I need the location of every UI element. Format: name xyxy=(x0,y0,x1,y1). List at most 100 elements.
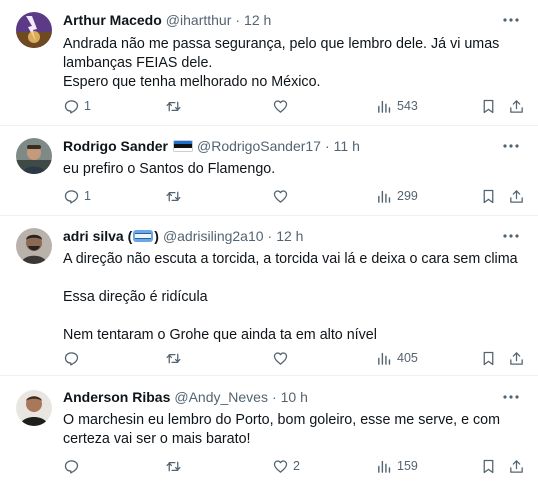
text-line: Essa direção é ridícula xyxy=(63,289,208,305)
separator-dot: · xyxy=(235,12,241,28)
action-bar: 2 159 xyxy=(0,456,538,476)
like-icon xyxy=(273,351,288,365)
bookmark-icon xyxy=(483,99,494,113)
bookmark-button[interactable] xyxy=(480,186,497,206)
avatar[interactable] xyxy=(16,228,52,264)
separator-dot: · xyxy=(324,138,330,154)
like-count: 2 xyxy=(293,459,300,473)
reply-icon xyxy=(64,351,79,366)
timestamp[interactable]: 11 h xyxy=(334,138,360,154)
bookmark-button[interactable] xyxy=(480,348,497,368)
view-count: 159 xyxy=(397,459,418,473)
like-button[interactable] xyxy=(272,96,293,116)
display-name-prefix[interactable]: adri silva ( xyxy=(63,228,132,244)
handle[interactable]: @adrisiling2a10 xyxy=(163,228,264,244)
views-button[interactable]: 405 xyxy=(376,348,418,368)
display-name-suffix[interactable]: ) xyxy=(154,228,159,244)
retweet-icon xyxy=(166,191,181,201)
retweet-button[interactable] xyxy=(165,456,186,476)
share-button[interactable] xyxy=(508,186,525,206)
text-line: O marchesin eu lembro do Porto, bom gole… xyxy=(63,412,501,428)
action-bar: 1 299 xyxy=(0,186,538,206)
more-icon[interactable] xyxy=(502,11,520,29)
views-button[interactable]: 543 xyxy=(376,96,418,116)
tweet-text: O marchesin eu lembro do Porto, bom gole… xyxy=(63,411,522,449)
bookmark-icon xyxy=(483,351,494,365)
share-icon xyxy=(510,189,523,203)
timestamp[interactable]: 10 h xyxy=(281,389,308,405)
avatar[interactable] xyxy=(16,390,52,426)
reply-icon xyxy=(64,459,79,474)
share-button[interactable] xyxy=(508,96,525,116)
handle[interactable]: @RodrigoSander17 xyxy=(197,138,321,154)
views-icon xyxy=(378,460,391,473)
display-name[interactable]: Arthur Macedo xyxy=(63,12,162,28)
like-icon xyxy=(273,99,288,113)
reply-button[interactable] xyxy=(63,456,84,476)
share-button[interactable] xyxy=(508,348,525,368)
text-line: lambanças FEIAS dele. xyxy=(63,55,213,71)
reply-button[interactable]: 1 xyxy=(63,96,91,116)
views-icon xyxy=(378,352,391,365)
view-count: 299 xyxy=(397,189,418,203)
retweet-icon xyxy=(166,353,181,363)
tweet[interactable]: Anderson Ribas @Andy_Neves · 10 h O marc… xyxy=(0,376,538,489)
retweet-button[interactable] xyxy=(165,348,186,368)
display-name[interactable]: Anderson Ribas xyxy=(63,389,170,405)
bookmark-button[interactable] xyxy=(480,96,497,116)
share-icon xyxy=(510,99,523,113)
tweet-header: Arthur Macedo @ihartthur · 12 h xyxy=(63,10,271,30)
view-count: 543 xyxy=(397,99,418,113)
botswana-flag-icon xyxy=(133,230,154,242)
more-icon[interactable] xyxy=(502,137,520,155)
tweet[interactable]: adri silva ( ) @adrisiling2a10 · 12 h A … xyxy=(0,216,538,376)
views-button[interactable]: 159 xyxy=(376,456,418,476)
tweet-text: Andrada não me passa segurança, pelo que… xyxy=(63,35,522,92)
more-icon[interactable] xyxy=(502,388,520,406)
bookmark-button[interactable] xyxy=(480,456,497,476)
views-icon xyxy=(378,100,391,113)
bookmark-icon xyxy=(483,189,494,203)
timestamp[interactable]: 12 h xyxy=(276,228,303,244)
tweet[interactable]: Rodrigo Sander @RodrigoSander17 · 11 h e… xyxy=(0,126,538,216)
like-icon xyxy=(273,189,288,203)
text-line: Espero que tenha melhorado no México. xyxy=(63,74,321,90)
tweet-header: Anderson Ribas @Andy_Neves · 10 h xyxy=(63,387,308,407)
display-name[interactable]: Rodrigo Sander xyxy=(63,138,168,154)
handle[interactable]: @Andy_Neves xyxy=(174,389,268,405)
avatar[interactable] xyxy=(16,138,52,174)
reply-feed: Arthur Macedo @ihartthur · 12 h Andrada … xyxy=(0,0,538,489)
tweet[interactable]: Arthur Macedo @ihartthur · 12 h Andrada … xyxy=(0,0,538,126)
text-line: certeza vai ser o mais barato! xyxy=(63,431,251,447)
text-line: A direção não escuta a torcida, a torcid… xyxy=(63,251,518,267)
reply-icon xyxy=(64,99,79,114)
retweet-button[interactable] xyxy=(165,186,186,206)
timestamp[interactable]: 12 h xyxy=(244,12,271,28)
estonia-flag-icon xyxy=(173,140,194,152)
text-line: Andrada não me passa segurança, pelo que… xyxy=(63,36,500,52)
tweet-text: eu prefiro o Santos do Flamengo. xyxy=(63,160,522,179)
reply-button[interactable] xyxy=(63,348,84,368)
reply-button[interactable]: 1 xyxy=(63,186,91,206)
text-line: eu prefiro o Santos do Flamengo. xyxy=(63,161,276,177)
views-button[interactable]: 299 xyxy=(376,186,418,206)
retweet-icon xyxy=(166,101,181,111)
like-button[interactable] xyxy=(272,348,293,368)
retweet-button[interactable] xyxy=(165,96,186,116)
reply-count: 1 xyxy=(84,99,91,113)
text-line: Nem tentaram o Grohe que ainda ta em alt… xyxy=(63,327,377,343)
tweet-header: Rodrigo Sander @RodrigoSander17 · 11 h xyxy=(63,136,360,156)
share-button[interactable] xyxy=(508,456,525,476)
handle[interactable]: @ihartthur xyxy=(166,12,232,28)
reply-count: 1 xyxy=(84,189,91,203)
like-button[interactable]: 2 xyxy=(272,456,300,476)
retweet-icon xyxy=(166,461,181,471)
view-count: 405 xyxy=(397,351,418,365)
like-button[interactable] xyxy=(272,186,293,206)
action-bar: 405 xyxy=(0,348,538,368)
separator-dot: · xyxy=(271,389,277,405)
more-icon[interactable] xyxy=(502,227,520,245)
avatar[interactable] xyxy=(16,12,52,48)
